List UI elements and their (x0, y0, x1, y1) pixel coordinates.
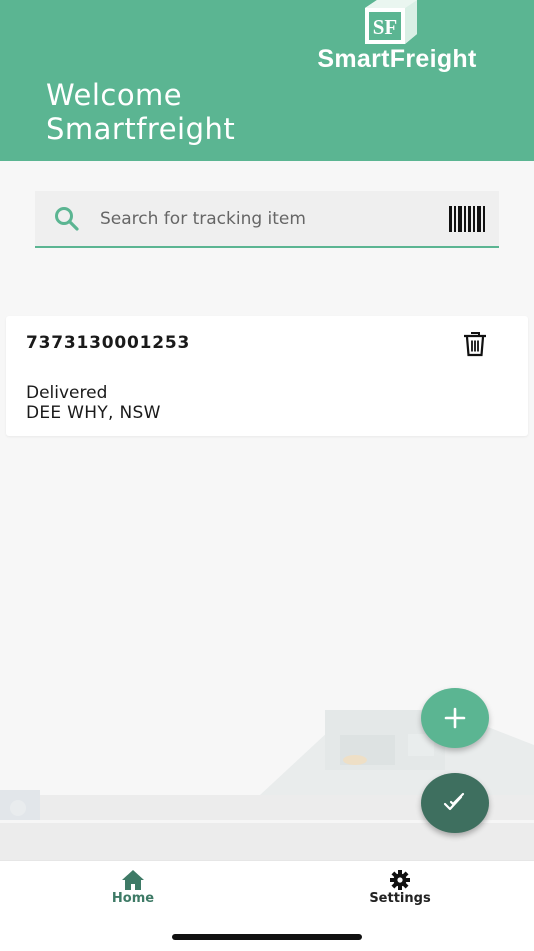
tab-home-label: Home (111, 891, 155, 906)
tab-settings[interactable]: Settings (340, 869, 460, 909)
search-input[interactable] (100, 191, 435, 246)
tracking-location: DEE WHY, NSW (26, 403, 161, 423)
tracking-item-card[interactable]: 7373130001253 Delivered DEE WHY, NSW (6, 316, 528, 436)
mark-all-button[interactable] (421, 773, 489, 833)
tab-settings-label: Settings (369, 891, 431, 906)
add-item-button[interactable] (421, 688, 489, 748)
tab-home[interactable]: Home (73, 869, 193, 909)
brand-logo: SF SmartFreight (312, 0, 482, 76)
brand-name: SmartFreight (317, 45, 477, 73)
home-icon (122, 870, 144, 890)
plus-icon (444, 707, 466, 729)
welcome-line-1: Welcome (46, 78, 183, 112)
welcome-line-2: Smartfreight (46, 112, 236, 146)
logo-cube: SF (365, 0, 417, 44)
double-check-icon (443, 792, 465, 811)
barcode-icon[interactable] (449, 206, 485, 232)
app-header: SF SmartFreight Welcome Smartfreight (0, 0, 534, 161)
trash-icon[interactable] (463, 331, 487, 357)
search-icon (55, 207, 79, 231)
tracking-number: 7373130001253 (26, 333, 191, 353)
welcome-title: Welcome Smartfreight (46, 78, 235, 146)
search-bar[interactable] (35, 191, 499, 248)
tracking-status: Delivered (26, 383, 108, 403)
home-indicator[interactable] (172, 934, 362, 940)
gear-icon (390, 870, 410, 890)
logo-letters: SF (373, 15, 398, 39)
